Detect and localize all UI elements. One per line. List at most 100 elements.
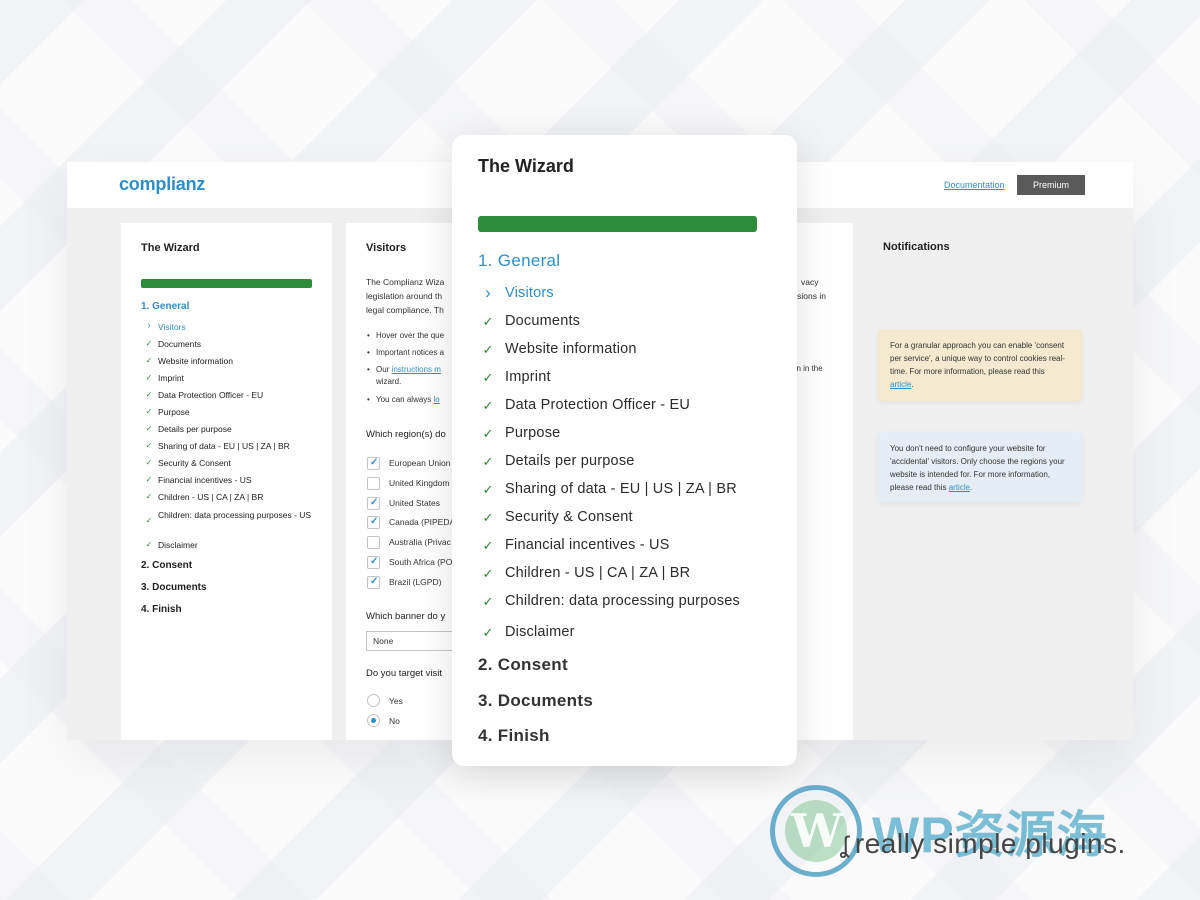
check-icon: ✓: [145, 441, 153, 450]
step-finish[interactable]: 4. Finish: [141, 604, 182, 615]
check-icon: ✓: [482, 426, 494, 441]
overlay-item-children[interactable]: ✓ Children - US | CA | ZA | BR: [482, 565, 690, 581]
check-icon: ✓: [145, 516, 153, 525]
complianz-logo[interactable]: complianz: [119, 174, 205, 195]
overlay-item-disclaimer[interactable]: ✓ Disclaimer: [482, 624, 575, 640]
overlay-title: The Wizard: [478, 156, 574, 176]
overlay-item-financial-incentives[interactable]: ✓ Financial incentives - US: [482, 537, 670, 553]
overlay-item-children-data-processing[interactable]: ✓ Children: data processing purposes: [482, 593, 740, 609]
checkbox[interactable]: [367, 516, 380, 529]
check-icon: ✓: [482, 538, 494, 553]
checkbox[interactable]: [367, 477, 380, 490]
overlay-step-documents[interactable]: 3. Documents: [478, 691, 593, 711]
check-icon: ✓: [145, 475, 153, 484]
check-icon: ✓: [145, 373, 153, 382]
wizard-zoom-card: The Wizard 1. General › Visitors ✓ Documen…: [452, 135, 797, 766]
notice-accidental-visitors: You don't need to configure your website…: [878, 432, 1082, 502]
overlay-step-consent[interactable]: 2. Consent: [478, 655, 568, 675]
check-icon: ✓: [145, 407, 153, 416]
bullet-instructions: Our instructions m: [367, 365, 441, 374]
bullet-hover: Hover over the que: [367, 331, 444, 340]
check-icon: ✓: [482, 510, 494, 525]
wizard-progress-bar: [141, 279, 312, 288]
premium-button[interactable]: Premium: [1017, 175, 1085, 195]
overlay-item-details-per-purpose[interactable]: ✓ Details per purpose: [482, 453, 635, 469]
really-simple-plugins-brand: ʆ really simple plugins.: [840, 828, 1126, 859]
check-icon: ✓: [145, 339, 153, 348]
substep-purpose[interactable]: ✓ Purpose: [146, 407, 190, 417]
substep-children[interactable]: ✓ Children - US | CA | ZA | BR: [146, 492, 264, 502]
check-icon: ✓: [482, 566, 494, 581]
overlay-step-finish[interactable]: 4. Finish: [478, 726, 550, 746]
radio[interactable]: [367, 714, 380, 727]
check-icon: ✓: [482, 594, 494, 609]
notifications-title: Notifications: [883, 241, 950, 253]
check-icon: ✓: [482, 625, 494, 640]
check-icon: ✓: [145, 492, 153, 501]
check-icon: ✓: [145, 390, 153, 399]
intro-line-2: legislation around th: [366, 291, 443, 301]
check-icon: ✓: [482, 482, 494, 497]
check-icon: ✓: [482, 454, 494, 469]
radio[interactable]: [367, 694, 380, 707]
documentation-link[interactable]: Documentation: [944, 180, 1005, 190]
substep-financial-incentives[interactable]: ✓ Financial incentives - US: [146, 475, 252, 485]
overlay-item-documents[interactable]: ✓ Documents: [482, 313, 580, 329]
intro-line-1-end: vacy: [801, 277, 819, 287]
substep-sharing-of-data[interactable]: ✓ Sharing of data - EU | US | ZA | BR: [146, 441, 290, 451]
wordpress-w-glyph: W: [791, 804, 843, 858]
watermark-inner-circle: W: [785, 800, 847, 862]
chevron-right-icon: ›: [485, 283, 491, 302]
overlay-item-dpo-eu[interactable]: ✓ Data Protection Officer - EU: [482, 397, 690, 413]
overlay-item-visitors[interactable]: › Visitors: [485, 283, 554, 302]
check-icon: ✓: [482, 314, 494, 329]
visitors-title: Visitors: [366, 242, 407, 254]
checkbox[interactable]: [367, 576, 380, 589]
wizard-sidebar: The Wizard 1. General › Visitors ✓ Documen…: [121, 223, 332, 740]
substep-security-consent[interactable]: ✓ Security & Consent: [146, 458, 231, 468]
wizard-title: The Wizard: [141, 242, 200, 254]
question-banner: Which banner do y: [366, 611, 446, 622]
intro-line-1: The Complianz Wiza: [366, 277, 445, 287]
overlay-item-sharing-of-data[interactable]: ✓ Sharing of data - EU | US | ZA | BR: [482, 481, 737, 497]
overlay-step-general[interactable]: 1. General: [478, 251, 560, 271]
overlay-item-purpose[interactable]: ✓ Purpose: [482, 425, 560, 441]
substep-details-per-purpose[interactable]: ✓ Details per purpose: [146, 424, 232, 434]
chevron-right-icon: ›: [147, 320, 151, 331]
article-link[interactable]: article: [890, 380, 911, 389]
article-link[interactable]: article: [949, 483, 970, 492]
bullet-important-notices: Important notices a: [367, 348, 444, 357]
step-documents[interactable]: 3. Documents: [141, 582, 207, 593]
check-icon: ✓: [482, 398, 494, 413]
overlay-item-imprint[interactable]: ✓ Imprint: [482, 369, 551, 385]
step-consent[interactable]: 2. Consent: [141, 560, 192, 571]
instructions-link[interactable]: instructions m: [392, 365, 441, 374]
leaf-icon: ʆ: [840, 832, 849, 859]
check-icon: ✓: [145, 424, 153, 433]
step-general[interactable]: 1. General: [141, 301, 189, 312]
checkbox[interactable]: [367, 556, 380, 569]
overlay-item-website-information[interactable]: ✓ Website information: [482, 341, 637, 357]
check-icon: ✓: [482, 370, 494, 385]
question-regions: Which region(s) do: [366, 429, 446, 440]
substep-disclaimer[interactable]: ✓ Disclaimer: [146, 540, 198, 550]
overlay-progress-bar: [478, 216, 757, 232]
checkbox[interactable]: [367, 457, 380, 470]
check-icon: ✓: [145, 540, 153, 549]
substep-visitors[interactable]: › Visitors: [147, 320, 185, 332]
substep-children-data-processing[interactable]: ✓ Children: data processing purposes - US: [146, 509, 313, 525]
question-target: Do you target visit: [366, 668, 443, 679]
substep-website-information[interactable]: ✓ Website information: [146, 356, 233, 366]
substep-dpo-eu[interactable]: ✓ Data Protection Officer - EU: [146, 390, 264, 400]
substep-imprint[interactable]: ✓ Imprint: [146, 373, 184, 383]
log-link[interactable]: lo: [434, 395, 440, 404]
intro-line-3: legal compliance. Th: [366, 305, 444, 315]
check-icon: ✓: [145, 458, 153, 467]
overlay-item-security-consent[interactable]: ✓ Security & Consent: [482, 509, 633, 525]
bullet-instructions-line2: wizard.: [376, 377, 402, 386]
substep-documents[interactable]: ✓ Documents: [146, 339, 201, 349]
bullet-you-can-always: You can always lo: [367, 395, 440, 404]
check-icon: ✓: [145, 356, 153, 365]
checkbox[interactable]: [367, 536, 380, 549]
checkbox[interactable]: [367, 497, 380, 510]
